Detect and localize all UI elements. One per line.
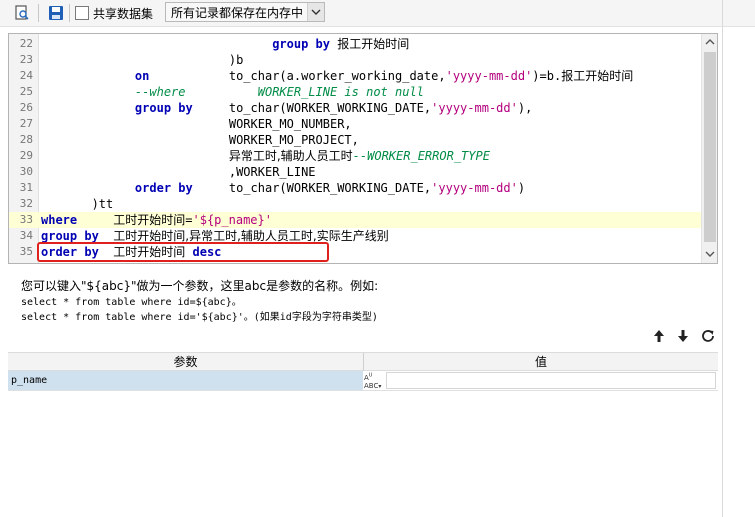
- line-number: 26: [19, 101, 33, 114]
- hint-text-line1: 您可以键入"${abc}"做为一个参数，这里abc是参数的名称。例如:: [21, 279, 379, 293]
- code-line[interactable]: 28 WORKER_MO_PROJECT,: [9, 132, 701, 148]
- line-number: 32: [19, 197, 33, 210]
- code-text[interactable]: order by to_char(WORKER_WORKING_DATE,'yy…: [41, 180, 525, 196]
- line-number: 34: [19, 229, 33, 242]
- code-line[interactable]: 32 )tt: [9, 196, 701, 212]
- code-text[interactable]: WORKER_MO_NUMBER,: [41, 116, 352, 132]
- line-number: 30: [19, 165, 33, 178]
- column-header-value[interactable]: 值: [364, 353, 718, 371]
- code-line[interactable]: 24 on to_char(a.worker_working_date,'yyy…: [9, 68, 701, 84]
- param-name-cell[interactable]: p_name: [8, 371, 363, 390]
- sql-editor[interactable]: 22 group by 报工开始时间 23 )b 24 on to_char(a.w…: [8, 33, 718, 264]
- parameter-table-header: 参数 值: [8, 352, 718, 371]
- line-number: 27: [19, 117, 33, 130]
- code-text[interactable]: ,WORKER_LINE: [41, 164, 316, 180]
- scroll-down-icon[interactable]: [705, 249, 715, 259]
- scrollbar-thumb[interactable]: [704, 52, 716, 242]
- share-dataset-checkbox[interactable]: 共享数据集: [75, 5, 153, 21]
- code-line[interactable]: 23 )b: [9, 52, 701, 68]
- line-number: 24: [19, 69, 33, 82]
- line-number: 29: [19, 149, 33, 162]
- toolbar: 共享数据集 所有记录都保存在内存中: [0, 0, 755, 27]
- preview-icon[interactable]: [13, 4, 31, 22]
- checkbox-box[interactable]: [75, 6, 89, 20]
- code-line[interactable]: 29 异常工时,辅助人员工时--WORKER_ERROR_TYPE: [9, 148, 701, 164]
- line-number: 25: [19, 85, 33, 98]
- parameter-table: 参数 值 p_name AU ABC▾: [8, 352, 718, 392]
- line-number: 35: [19, 245, 33, 258]
- code-text[interactable]: )b: [41, 52, 243, 68]
- highlight-annotation-box: [37, 242, 329, 262]
- refresh-icon[interactable]: [700, 328, 716, 344]
- line-number: 33: [19, 213, 33, 226]
- line-number: 31: [19, 181, 33, 194]
- code-line[interactable]: 30 ,WORKER_LINE: [9, 164, 701, 180]
- storage-mode-select[interactable]: 所有记录都保存在内存中: [165, 2, 325, 22]
- code-line[interactable]: 33 where 工时开始时间='${p_name}': [9, 212, 701, 228]
- code-line[interactable]: 26 group by to_char(WORKER_WORKING_DATE,…: [9, 100, 701, 116]
- toolbar-separator: [38, 4, 39, 22]
- code-text[interactable]: 异常工时,辅助人员工时--WORKER_ERROR_TYPE: [41, 148, 490, 164]
- panel-divider: [722, 0, 723, 517]
- dropdown-arrow-icon[interactable]: [307, 3, 324, 21]
- table-row[interactable]: p_name AU ABC▾: [8, 371, 718, 391]
- code-text[interactable]: on to_char(a.worker_working_date,'yyyy-m…: [41, 68, 633, 84]
- line-number: 28: [19, 133, 33, 146]
- toolbar-separator: [69, 4, 70, 22]
- share-dataset-label: 共享数据集: [93, 6, 154, 21]
- code-text[interactable]: where 工时开始时间='${p_name}': [41, 212, 272, 228]
- code-text[interactable]: WORKER_MO_PROJECT,: [41, 132, 359, 148]
- move-up-icon[interactable]: [651, 328, 667, 344]
- hint-text-line3: select * from table where id='${abc}'。(如…: [21, 312, 378, 323]
- line-number: 23: [19, 53, 33, 66]
- code-text[interactable]: )tt: [41, 196, 114, 212]
- param-value-input[interactable]: [386, 372, 716, 389]
- code-text[interactable]: group by 报工开始时间: [41, 36, 409, 52]
- move-down-icon[interactable]: [675, 328, 691, 344]
- storage-mode-value: 所有记录都保存在内存中: [171, 5, 304, 20]
- line-number: 22: [19, 37, 33, 50]
- column-header-param[interactable]: 参数: [8, 353, 363, 371]
- code-line[interactable]: 25 --where WORKER_LINE is not null: [9, 84, 701, 100]
- scroll-up-icon[interactable]: [705, 37, 715, 47]
- save-icon[interactable]: [47, 4, 65, 22]
- vertical-scrollbar[interactable]: [701, 34, 717, 263]
- code-text[interactable]: --where WORKER_LINE is not null: [41, 84, 424, 100]
- hint-text-line2: select * from table where id=${abc}。: [21, 297, 242, 308]
- code-line[interactable]: 22 group by 报工开始时间: [9, 36, 701, 52]
- code-line[interactable]: 27 WORKER_MO_NUMBER,: [9, 116, 701, 132]
- string-type-icon[interactable]: AU ABC▾: [364, 372, 384, 390]
- code-text[interactable]: group by to_char(WORKER_WORKING_DATE,'yy…: [41, 100, 532, 116]
- code-line[interactable]: 31 order by to_char(WORKER_WORKING_DATE,…: [9, 180, 701, 196]
